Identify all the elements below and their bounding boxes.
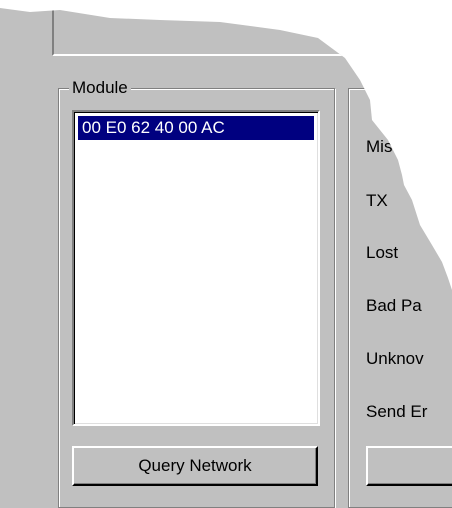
- stat-label-send-errors: Send Er: [366, 402, 428, 421]
- stats-action-button[interactable]: [366, 446, 452, 486]
- module-group-title: Module: [69, 78, 131, 98]
- stat-label-lost: Lost: [366, 243, 399, 262]
- stat-label-missed: Mis: [366, 137, 393, 156]
- query-network-button-label: Query Network: [138, 456, 252, 475]
- stat-label-bad-packets: Bad Pa: [366, 296, 422, 315]
- module-list-item-selected[interactable]: 00 E0 62 40 00 AC: [78, 116, 314, 140]
- stat-label-unknown: Unknov: [366, 349, 424, 368]
- module-listbox[interactable]: 00 E0 62 40 00 AC: [72, 110, 320, 426]
- top-panel: [52, 8, 452, 56]
- stat-label-tx: TX: [366, 191, 388, 210]
- query-network-button[interactable]: Query Network: [72, 446, 318, 486]
- dialog-window: Module 00 E0 62 40 00 AC Query Network M…: [0, 8, 452, 508]
